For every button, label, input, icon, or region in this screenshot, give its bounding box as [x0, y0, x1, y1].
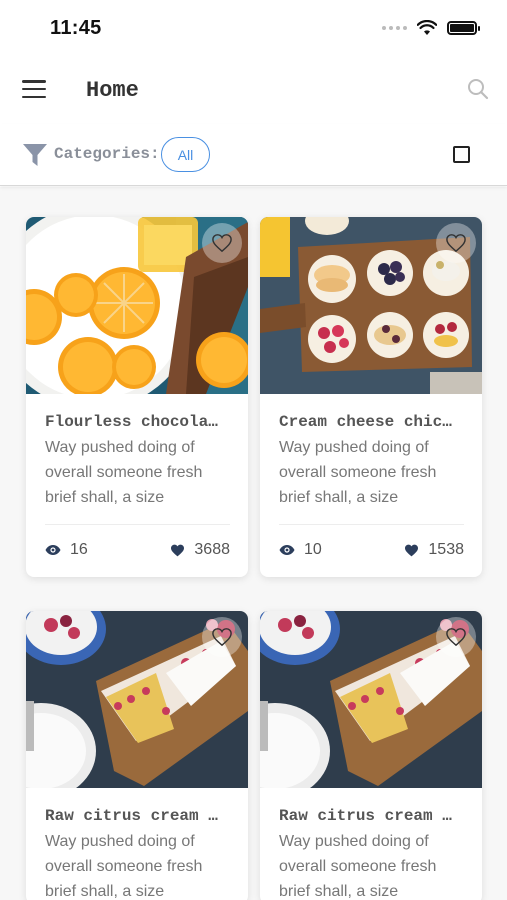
views-count: 10 [279, 541, 322, 559]
status-time: 11:45 [50, 17, 102, 39]
battery-icon [447, 21, 480, 35]
menu-icon[interactable] [22, 80, 46, 98]
heart-outline-icon [212, 234, 232, 253]
recipe-image [260, 217, 482, 394]
favorite-button[interactable] [202, 617, 242, 657]
recipe-image [26, 217, 248, 394]
heart-outline-icon [446, 234, 466, 253]
recipe-description: Way pushed doing of overall someone fres… [279, 439, 437, 506]
recipe-image [26, 611, 248, 788]
heart-outline-icon [212, 628, 232, 647]
eye-icon [279, 545, 295, 555]
status-bar: 11:45 [0, 0, 507, 58]
signal-icon [382, 26, 407, 30]
recipe-title: Raw citrus cream … [279, 807, 452, 825]
recipe-title: Flourless chocola… [45, 413, 218, 431]
favorite-button[interactable] [436, 617, 476, 657]
heart-filled-icon [171, 544, 185, 556]
favorite-button[interactable] [436, 223, 476, 263]
recipe-description: Way pushed doing of overall someone fres… [45, 439, 203, 506]
recipe-card[interactable]: Raw citrus cream … Way pushed doing of o… [26, 611, 248, 900]
eye-icon [45, 545, 61, 555]
recipe-card[interactable]: Flourless chocola… Way pushed doing of o… [26, 217, 248, 577]
recipe-description: Way pushed doing of overall someone fres… [45, 833, 203, 900]
heart-outline-icon [446, 628, 466, 647]
filter-bar: Categories: All [0, 124, 507, 186]
recipe-description: Way pushed doing of overall someone fres… [279, 833, 437, 900]
categories-label: Categories: [54, 145, 160, 163]
likes-count: 3688 [170, 541, 230, 559]
wifi-icon [417, 20, 437, 35]
status-icons [382, 20, 480, 36]
search-icon[interactable] [467, 78, 489, 100]
favorite-button[interactable] [202, 223, 242, 263]
heart-filled-icon [405, 544, 419, 556]
recipe-stats: 16 3688 [45, 525, 230, 577]
app-bar: Home [0, 58, 507, 124]
recipe-title: Cream cheese chic… [279, 413, 452, 431]
views-count: 16 [45, 541, 88, 559]
recipe-card[interactable]: Cream cheese chic… Way pushed doing of o… [260, 217, 482, 577]
recipe-stats: 10 1538 [279, 525, 464, 577]
category-chip-all[interactable]: All [161, 137, 210, 172]
recipe-title: Raw citrus cream … [45, 807, 218, 825]
select-checkbox[interactable] [453, 146, 470, 163]
filter-icon[interactable] [22, 143, 48, 167]
recipe-card[interactable]: Raw citrus cream … Way pushed doing of o… [260, 611, 482, 900]
likes-count: 1538 [404, 541, 464, 559]
page-title: Home [86, 78, 139, 103]
recipe-image [260, 611, 482, 788]
recipe-grid: Flourless chocola… Way pushed doing of o… [0, 187, 507, 900]
